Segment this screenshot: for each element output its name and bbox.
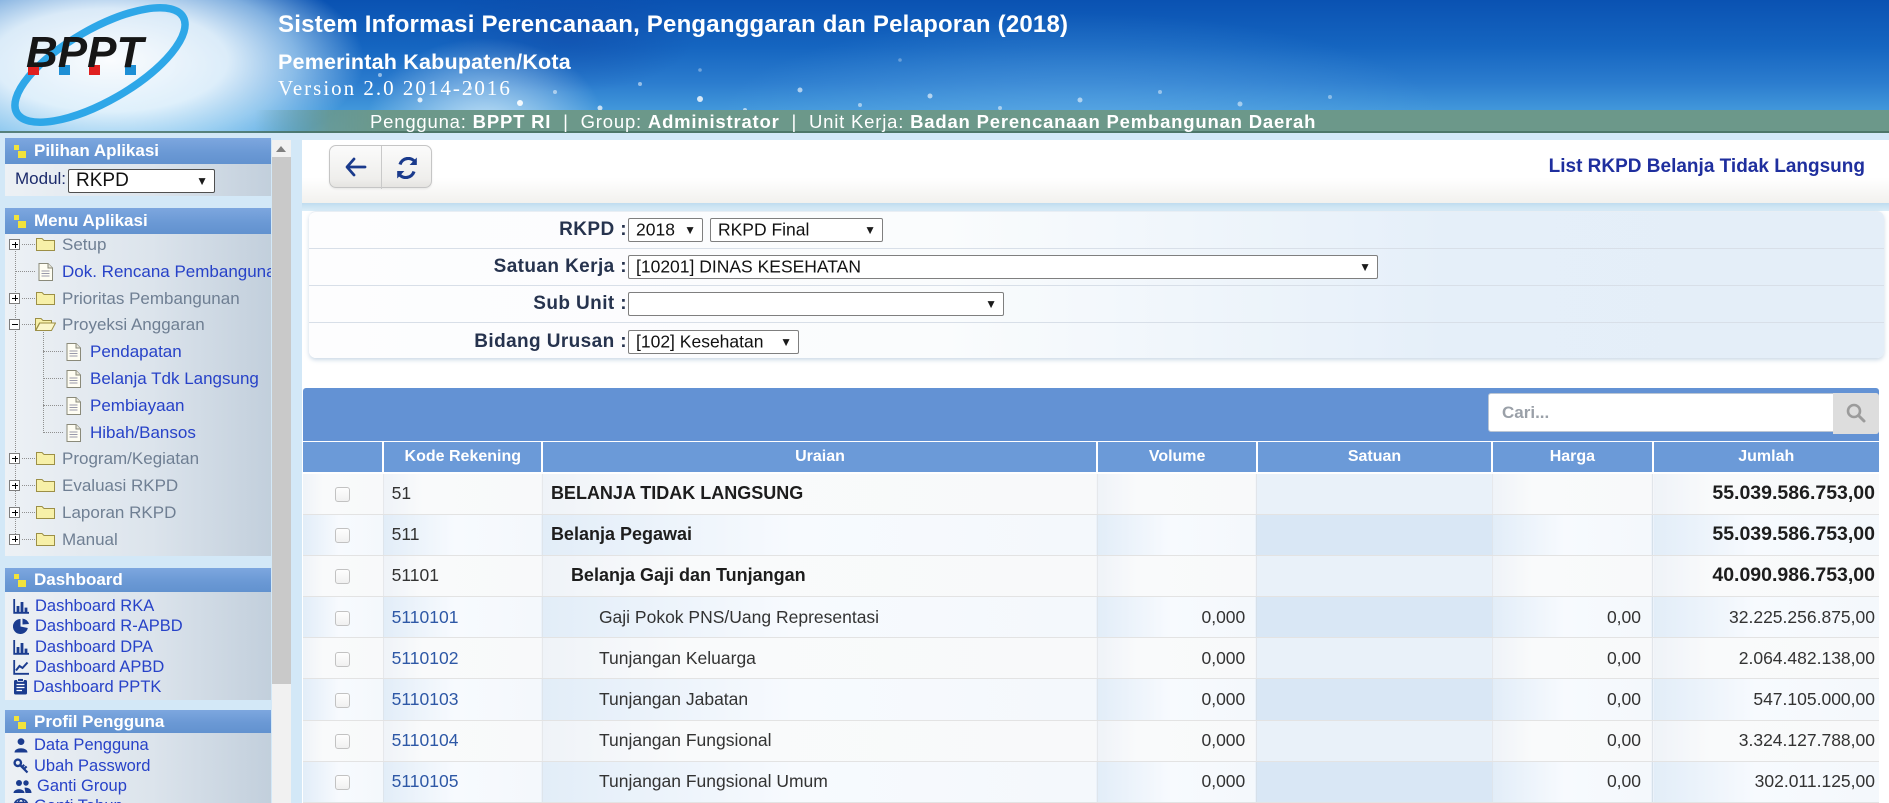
svg-text:BPPT: BPPT bbox=[26, 28, 146, 77]
